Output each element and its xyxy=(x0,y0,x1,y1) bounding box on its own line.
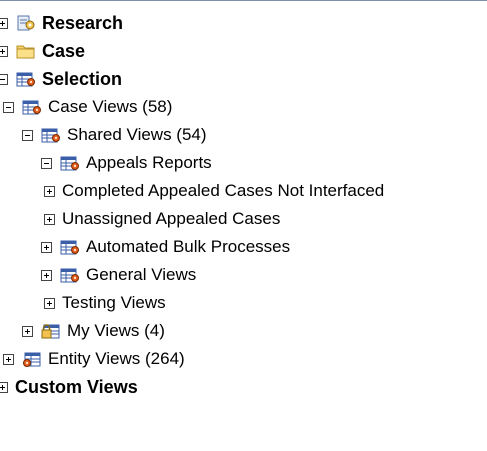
tree-node-testing-views[interactable]: Testing Views xyxy=(44,291,166,315)
tree-node-label: Appeals Reports xyxy=(86,153,212,172)
expand-toggle[interactable] xyxy=(0,381,8,393)
tree-node-label: General Views xyxy=(86,265,197,284)
tree-node-case-views[interactable]: Case Views (58) xyxy=(3,95,172,119)
entity-view-icon xyxy=(23,352,41,367)
tree-node-my-views[interactable]: My Views (4) xyxy=(22,319,165,343)
tree-node-research[interactable]: Research xyxy=(0,11,123,35)
view-grid-icon xyxy=(60,240,79,255)
tree-node-label: Automated Bulk Processes xyxy=(86,237,291,256)
tree-node-custom-views[interactable]: Custom Views xyxy=(0,375,138,399)
tree-node-appeals-reports[interactable]: Appeals Reports xyxy=(41,151,212,175)
tree-node-label: Shared Views (54) xyxy=(67,125,207,144)
collapse-toggle[interactable] xyxy=(3,101,14,113)
expand-toggle[interactable] xyxy=(0,17,8,29)
expand-toggle[interactable] xyxy=(22,325,33,337)
tree-node-unassigned-appealed[interactable]: Unassigned Appealed Cases xyxy=(44,207,280,231)
view-grid-icon xyxy=(41,128,60,143)
tree-node-automated-bulk[interactable]: Automated Bulk Processes xyxy=(41,235,290,259)
tree-node-selection[interactable]: Selection xyxy=(0,67,122,91)
tree-node-label: Testing Views xyxy=(62,293,166,312)
tree-node-label: Case Views (58) xyxy=(48,97,173,116)
tree-node-label: My Views (4) xyxy=(67,321,165,340)
expand-toggle[interactable] xyxy=(41,269,52,281)
tree-node-label: Research xyxy=(42,12,124,33)
expand-toggle[interactable] xyxy=(44,213,55,225)
tree-node-entity-views[interactable]: Entity Views (264) xyxy=(3,347,185,371)
collapse-toggle[interactable] xyxy=(0,73,8,85)
tree-node-general-views[interactable]: General Views xyxy=(41,263,196,287)
view-grid-icon xyxy=(60,156,79,171)
tree-node-case[interactable]: Case xyxy=(0,39,85,63)
tree-node-shared-views[interactable]: Shared Views (54) xyxy=(22,123,207,147)
tree-node-label: Custom Views xyxy=(15,376,138,397)
research-tools-icon xyxy=(17,15,35,31)
tree-node-label: Completed Appealed Cases Not Interfaced xyxy=(62,181,385,200)
tree-node-completed-appealed[interactable]: Completed Appealed Cases Not Interfaced xyxy=(44,179,384,203)
expand-toggle[interactable] xyxy=(44,297,55,309)
collapse-toggle[interactable] xyxy=(41,157,52,169)
locked-view-icon xyxy=(41,324,60,339)
view-grid-icon xyxy=(22,100,41,115)
expand-toggle[interactable] xyxy=(3,353,14,365)
tree-node-label: Unassigned Appealed Cases xyxy=(62,209,281,228)
expand-toggle[interactable] xyxy=(41,241,52,253)
tree-node-label: Selection xyxy=(42,68,123,89)
tree-node-label: Case xyxy=(42,40,86,61)
expand-toggle[interactable] xyxy=(0,45,8,57)
folder-icon xyxy=(16,45,35,59)
view-grid-icon xyxy=(60,268,79,283)
view-grid-icon xyxy=(16,72,35,87)
collapse-toggle[interactable] xyxy=(22,129,33,141)
expand-toggle[interactable] xyxy=(44,185,55,197)
navigation-tree: Research Case Selection Case Views (58) … xyxy=(0,0,487,451)
tree-node-label: Entity Views (264) xyxy=(48,349,185,368)
